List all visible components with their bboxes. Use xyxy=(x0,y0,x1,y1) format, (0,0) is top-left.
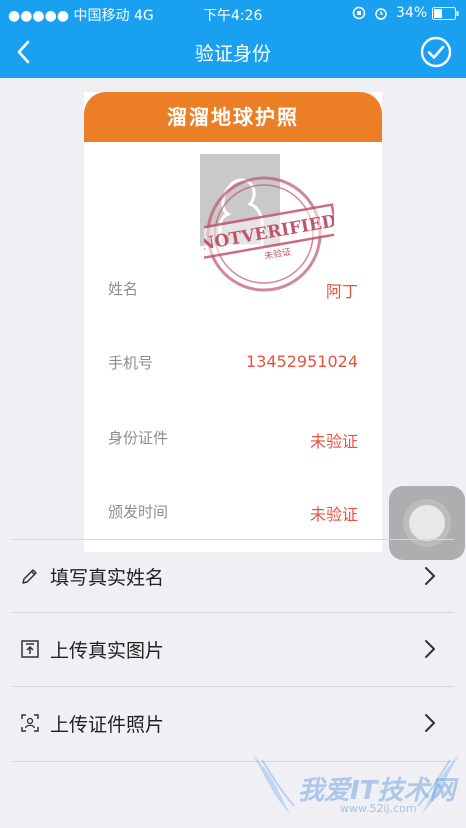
upload-id-photo-item[interactable]: 上传证件照片 xyxy=(0,687,466,759)
id-scan-icon xyxy=(21,714,39,732)
not-verified-stamp: NOTVERIFIED 未验证 xyxy=(204,176,334,292)
id-document-value: 未验证 xyxy=(309,432,358,451)
confirm-button[interactable] xyxy=(420,36,452,68)
carrier-signal: ●●●●● 中国移动 4G xyxy=(8,8,154,24)
status-bar: ●●●●● 中国移动 4G 下午4:26 34% xyxy=(0,0,466,26)
issue-date-value: 未验证 xyxy=(309,505,358,524)
passport-card: 溜溜地球护照 NOTVERIFIED 未验证 姓名 阿丁 手机号 1345295… xyxy=(84,92,382,552)
phone-label: 手机号 xyxy=(108,354,154,372)
chevron-right-icon xyxy=(425,567,435,585)
nav-bar: 验证身份 xyxy=(0,26,466,78)
name-label: 姓名 xyxy=(108,280,139,298)
menu-item-label: 上传真实图片 xyxy=(50,640,165,662)
id-document-label: 身份证件 xyxy=(108,429,169,447)
phone-value: 13452951024 xyxy=(246,352,358,371)
stamp-subtext: 未验证 xyxy=(263,246,292,263)
chevron-right-icon xyxy=(425,640,435,658)
watermark-url: www.52ij.com xyxy=(340,802,417,815)
pencil-icon xyxy=(22,569,37,584)
status-time: 下午4:26 xyxy=(203,8,263,24)
page-title: 验证身份 xyxy=(194,43,271,65)
site-watermark: 我爱IT技术网 www.52ij.com xyxy=(250,752,462,822)
name-value: 阿丁 xyxy=(325,282,358,301)
menu-item-label: 填写真实姓名 xyxy=(50,567,165,589)
check-circle-icon xyxy=(420,36,452,68)
fill-real-name-item[interactable]: 填写真实姓名 xyxy=(0,540,466,612)
rotation-lock-icon xyxy=(352,6,366,24)
alarm-icon xyxy=(374,6,388,24)
upload-icon xyxy=(21,640,39,658)
card-title: 溜溜地球护照 xyxy=(84,92,382,142)
issue-date-label: 颁发时间 xyxy=(108,503,169,521)
menu-item-label: 上传证件照片 xyxy=(50,714,165,736)
chevron-right-icon xyxy=(425,714,435,732)
battery-icon xyxy=(432,7,460,24)
upload-real-photo-item[interactable]: 上传真实图片 xyxy=(0,613,466,685)
battery-percent: 34% xyxy=(396,5,428,21)
